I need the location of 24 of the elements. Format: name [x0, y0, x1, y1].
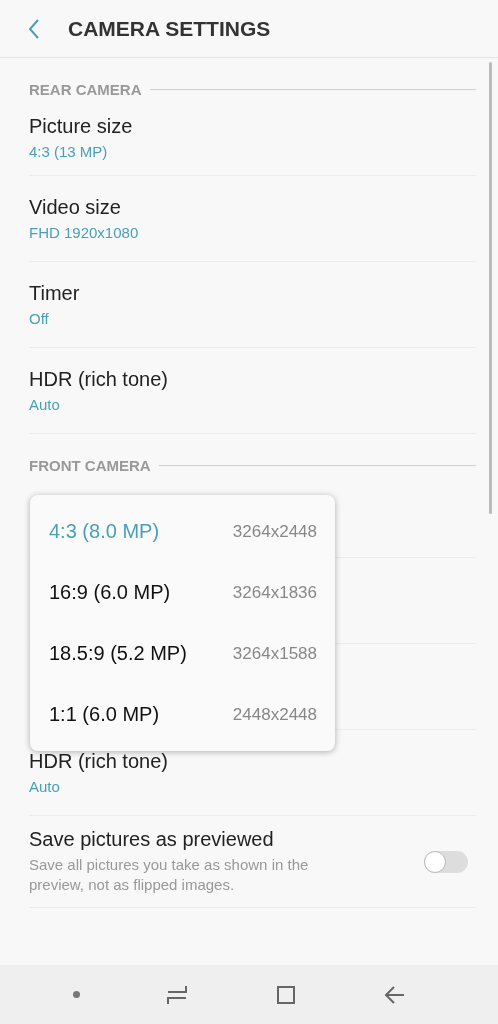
- setting-value: 4:3 (13 MP): [29, 143, 109, 160]
- setting-title[interactable]: Video size: [29, 196, 121, 219]
- setting-title[interactable]: Picture size: [29, 115, 133, 138]
- menu-option[interactable]: 16:9 (6.0 MP) 3264x1836: [30, 562, 335, 623]
- setting-value: Off: [29, 310, 50, 327]
- dot-icon: [73, 991, 81, 998]
- screen-title: CAMERA SETTINGS: [68, 16, 271, 41]
- setting-title[interactable]: HDR (rich tone): [29, 368, 168, 391]
- recents-icon[interactable]: [166, 983, 189, 1006]
- home-icon[interactable]: [274, 983, 297, 1006]
- setting-title[interactable]: Timer: [29, 282, 80, 305]
- toggle-switch[interactable]: [424, 850, 468, 873]
- setting-title[interactable]: HDR (rich tone): [29, 750, 168, 773]
- setting-value: FHD 1920x1080: [29, 224, 140, 241]
- menu-option[interactable]: 18.5:9 (5.2 MP) 3264x1588: [30, 623, 335, 684]
- menu-option[interactable]: 1:1 (6.0 MP) 2448x2448: [30, 684, 335, 745]
- setting-description: Save all pictures you take as shown in the preview, not as flipped images.: [29, 855, 310, 895]
- setting-value: Auto: [29, 778, 61, 795]
- setting-title[interactable]: Save pictures as previewed: [29, 828, 274, 851]
- setting-value: Auto: [29, 396, 61, 413]
- section-header: FRONT CAMERA: [29, 456, 151, 474]
- back-icon[interactable]: [382, 983, 405, 1006]
- back-icon[interactable]: [28, 17, 40, 40]
- section-header: REAR CAMERA: [29, 80, 142, 98]
